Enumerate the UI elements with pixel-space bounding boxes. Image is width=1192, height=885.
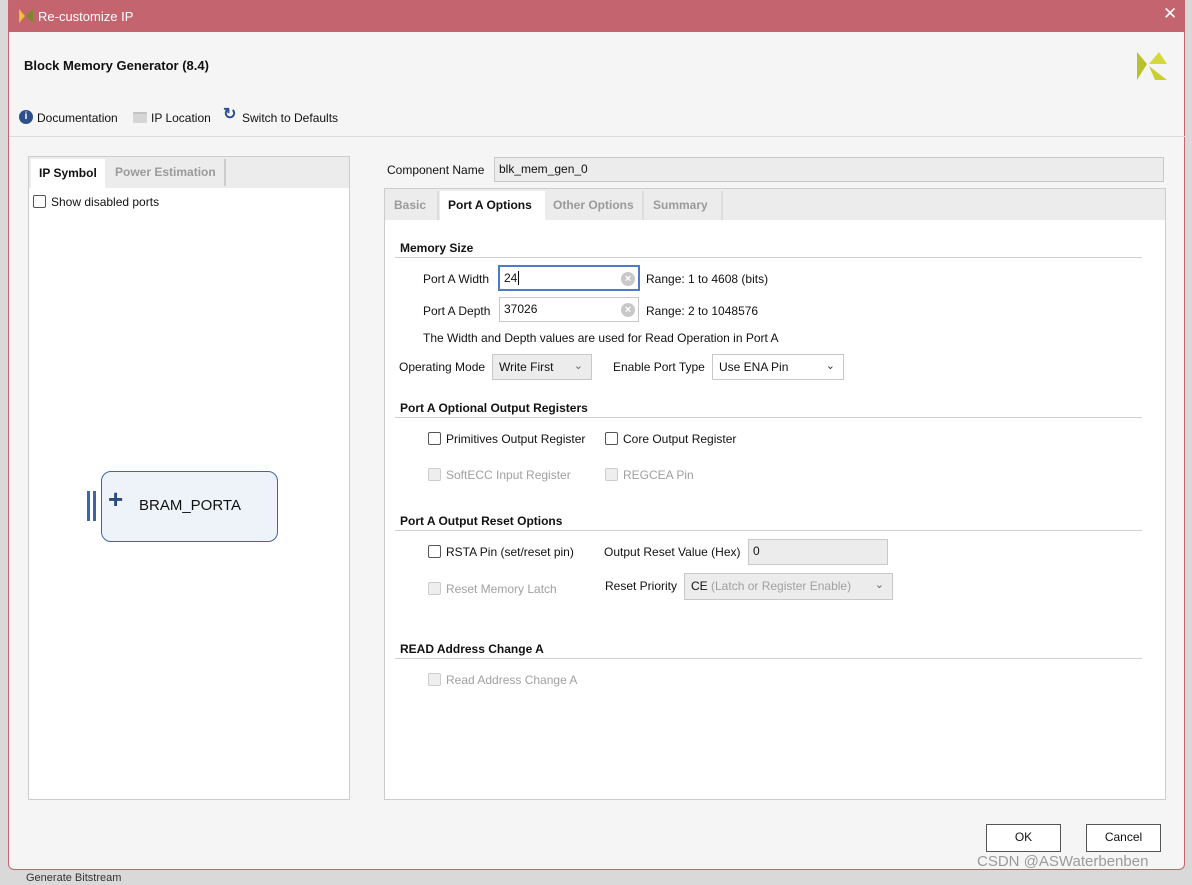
show-disabled-ports-checkbox[interactable] <box>33 195 46 208</box>
operating-mode-select[interactable]: Write First ⌄ <box>492 354 592 380</box>
softecc-input-register-label: SoftECC Input Register <box>446 468 571 482</box>
chevron-down-icon: ⌄ <box>825 360 835 372</box>
component-name-input[interactable]: blk_mem_gen_0 <box>494 157 1164 182</box>
reset-memory-latch-label: Reset Memory Latch <box>446 582 557 596</box>
reset-priority-value: CE <box>691 579 708 593</box>
port-a-depth-value: 37026 <box>504 302 538 316</box>
port-name: BRAM_PORTA <box>139 497 241 514</box>
rsta-pin-checkbox[interactable] <box>428 545 441 558</box>
width-depth-note: The Width and Depth values are used for … <box>423 331 779 345</box>
tab-power-estimation[interactable]: Power Estimation <box>107 159 226 186</box>
port-a-width-input[interactable]: 24 × <box>498 265 640 291</box>
read-address-heading: READ Address Change A <box>400 642 544 656</box>
reset-options-heading: Port A Output Reset Options <box>400 514 563 528</box>
tab-port-a-options[interactable]: Port A Options <box>440 191 545 220</box>
rsta-pin-label: RSTA Pin (set/reset pin) <box>446 545 574 559</box>
regcea-pin-label: REGCEA Pin <box>623 468 694 482</box>
tab-basic[interactable]: Basic <box>386 191 439 220</box>
core-output-register-checkbox[interactable] <box>605 432 618 445</box>
xilinx-logo-icon <box>19 9 33 23</box>
component-name-label: Component Name <box>387 163 485 177</box>
ok-button[interactable]: OK <box>986 824 1061 852</box>
chevron-down-icon: ⌄ <box>573 360 583 372</box>
expand-plus-icon[interactable]: + <box>108 486 123 512</box>
primitives-output-register-label: Primitives Output Register <box>446 432 586 446</box>
tab-ip-symbol[interactable]: IP Symbol <box>31 159 105 188</box>
recustomize-ip-dialog: Re-customize IP ✕ Block Memory Generator… <box>8 0 1186 870</box>
clear-icon[interactable]: × <box>621 272 635 286</box>
config-tab-panel: Basic Port A Options Other Options Summa… <box>384 188 1166 800</box>
documentation-link[interactable]: Documentation <box>37 111 118 125</box>
bram-porta-interface[interactable]: + BRAM_PORTA <box>101 471 278 542</box>
info-icon: i <box>19 110 33 124</box>
show-disabled-ports-label: Show disabled ports <box>51 195 160 209</box>
port-a-depth-input[interactable]: 37026 × <box>499 297 639 322</box>
operating-mode-label: Operating Mode <box>399 360 486 374</box>
port-a-width-value: 24 <box>504 271 518 285</box>
port-a-depth-label: Port A Depth <box>423 304 491 318</box>
tab-other-options[interactable]: Other Options <box>545 191 644 220</box>
folder-icon <box>133 112 147 123</box>
title-bar[interactable]: Re-customize IP ✕ <box>9 1 1184 32</box>
ip-title: Block Memory Generator (8.4) <box>24 58 209 73</box>
read-address-change-checkbox[interactable] <box>428 673 441 686</box>
tab-summary[interactable]: Summary <box>645 191 723 220</box>
read-address-change-label: Read Address Change A <box>446 673 578 687</box>
memory-size-heading: Memory Size <box>400 241 474 255</box>
enable-port-type-label: Enable Port Type <box>613 360 705 374</box>
regcea-pin-checkbox[interactable] <box>605 468 618 481</box>
optional-registers-heading: Port A Optional Output Registers <box>400 401 588 415</box>
port-a-width-label: Port A Width <box>423 272 490 286</box>
switch-to-defaults-link[interactable]: Switch to Defaults <box>242 111 338 125</box>
close-icon[interactable]: ✕ <box>1163 5 1177 22</box>
reset-memory-latch-checkbox[interactable] <box>428 582 441 595</box>
port-bus-icon <box>87 491 90 521</box>
primitives-output-register-checkbox[interactable] <box>428 432 441 445</box>
clear-icon[interactable]: × <box>621 303 635 317</box>
refresh-icon: ↻ <box>223 106 237 123</box>
xilinx-logo-icon <box>1137 52 1167 80</box>
chevron-down-icon: ⌄ <box>874 579 884 591</box>
port-a-depth-range: Range: 2 to 1048576 <box>646 304 759 318</box>
watermark: CSDN @ASWaterbenben <box>977 853 1149 870</box>
reset-priority-select[interactable]: CE (Latch or Register Enable) ⌄ <box>684 573 893 600</box>
enable-port-type-select[interactable]: Use ENA Pin ⌄ <box>712 354 844 380</box>
softecc-input-register-checkbox[interactable] <box>428 468 441 481</box>
cancel-button[interactable]: Cancel <box>1086 824 1161 852</box>
ip-location-link[interactable]: IP Location <box>151 111 211 125</box>
port-a-width-range: Range: 1 to 4608 (bits) <box>646 272 769 286</box>
core-output-register-label: Core Output Register <box>623 432 737 446</box>
reset-priority-label: Reset Priority <box>605 579 678 593</box>
operating-mode-value: Write First <box>499 360 554 374</box>
ip-symbol-panel: IP Symbol Power Estimation Show disabled… <box>28 156 350 800</box>
reset-priority-description: (Latch or Register Enable) <box>711 579 852 593</box>
output-reset-value-input[interactable]: 0 <box>748 539 888 565</box>
output-reset-value-label: Output Reset Value (Hex) <box>604 545 741 559</box>
enable-port-type-value: Use ENA Pin <box>719 360 789 374</box>
window-title: Re-customize IP <box>38 9 134 24</box>
background-taskbar-item: Generate Bitstream <box>26 872 122 884</box>
